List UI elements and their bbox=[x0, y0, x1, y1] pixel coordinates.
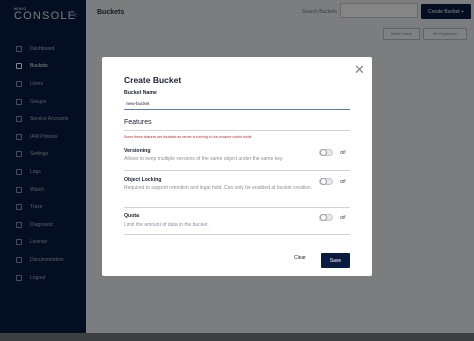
quota-toggle-state: Off bbox=[340, 215, 346, 220]
create-bucket-dialog: Create Bucket ✕ Bucket Name Features Som… bbox=[102, 57, 372, 276]
object-locking-description: Required to support retention and legal … bbox=[124, 185, 313, 191]
clear-button[interactable]: Clear bbox=[294, 255, 306, 261]
close-icon[interactable]: ✕ bbox=[354, 63, 365, 76]
quota-description: Limit the amount of data in the bucket. bbox=[124, 222, 209, 228]
object-locking-toggle[interactable] bbox=[319, 178, 333, 186]
toggle-knob bbox=[320, 178, 327, 186]
dialog-title: Create Bucket bbox=[124, 75, 182, 85]
quota-toggle[interactable] bbox=[319, 214, 333, 222]
features-heading: Features bbox=[124, 119, 152, 126]
object-locking-title: Object Locking bbox=[124, 177, 162, 183]
bucket-name-input[interactable] bbox=[124, 98, 350, 110]
divider bbox=[124, 130, 350, 131]
bottom-strip bbox=[0, 333, 474, 341]
divider bbox=[124, 207, 350, 208]
divider bbox=[124, 170, 350, 171]
divider bbox=[124, 234, 350, 235]
toggle-knob bbox=[320, 149, 327, 157]
versioning-title: Versioning bbox=[124, 148, 151, 154]
toggle-knob bbox=[320, 214, 327, 222]
quota-title: Quota bbox=[124, 213, 139, 219]
versioning-toggle-state: Off bbox=[340, 150, 346, 155]
features-warning: Some these features are disabled as serv… bbox=[124, 135, 252, 139]
object-locking-toggle-state: Off bbox=[340, 179, 346, 184]
versioning-description: Allows to keep multiple versions of the … bbox=[124, 156, 284, 162]
bucket-name-label: Bucket Name bbox=[124, 90, 157, 96]
save-button[interactable]: Save bbox=[321, 253, 350, 268]
versioning-toggle[interactable] bbox=[319, 149, 333, 157]
